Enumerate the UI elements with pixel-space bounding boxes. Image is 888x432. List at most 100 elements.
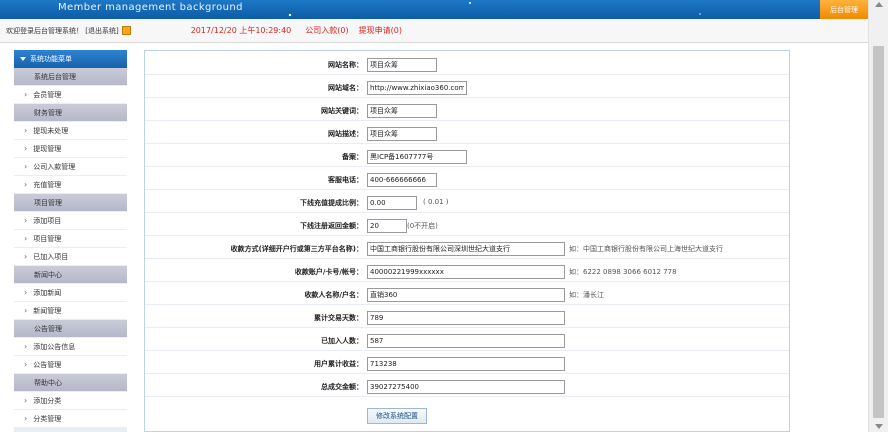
- field-input[interactable]: [367, 173, 437, 187]
- field-label: 用户累计收益：: [314, 360, 363, 368]
- field-label: 备案：: [342, 153, 363, 161]
- system-config-form: 修改系统配置 网站名称： 网站域名： 网站关键词： 网站描述： 备案： 客服电话： 下线充值…: [144, 50, 790, 432]
- sidebar-item[interactable]: › 公告管理: [14, 356, 127, 374]
- form-row: 网站描述：: [145, 125, 789, 144]
- field-input[interactable]: [367, 196, 417, 210]
- field-input[interactable]: [367, 357, 565, 371]
- admin-tab[interactable]: 后台管理: [820, 0, 868, 19]
- form-row: 用户累计收益：: [145, 355, 789, 374]
- sidebar-category[interactable]: 新闻中心: [14, 266, 127, 284]
- sidebar-header-label: 系统功能菜单: [30, 55, 72, 63]
- sidebar-item[interactable]: › 新闻管理: [14, 302, 127, 320]
- field-label: 下线注册返回金额：: [300, 222, 363, 230]
- sidebar-category[interactable]: 帮助中心: [14, 374, 127, 392]
- sidebar-label: 项目管理: [34, 198, 62, 207]
- sidebar-label: 分类管理: [33, 414, 62, 423]
- sidebar-item[interactable]: › 项目管理: [14, 230, 127, 248]
- sidebar-label: 会员管理: [33, 90, 62, 99]
- form-row: 备案：: [145, 148, 789, 167]
- field-input[interactable]: [367, 104, 437, 118]
- field-hint: ( 0.01 ): [423, 198, 449, 206]
- field-input[interactable]: [367, 242, 565, 256]
- sidebar-label: 添加公告信息: [33, 342, 76, 351]
- sidebar-label: 公司入款管理: [33, 162, 76, 171]
- field-input[interactable]: [367, 81, 467, 95]
- field-input[interactable]: [367, 380, 565, 394]
- chevron-right-icon: ›: [24, 252, 28, 261]
- sidebar-label: 提现管理: [33, 144, 62, 153]
- sidebar-header[interactable]: 系统功能菜单: [14, 50, 127, 68]
- sidebar-category[interactable]: 公告管理: [14, 320, 127, 338]
- sidebar-item[interactable]: › 添加公告信息: [14, 338, 127, 356]
- form-row: 网站关键词：: [145, 102, 789, 121]
- withdraw-request-link[interactable]: 提现申请(0): [359, 25, 402, 36]
- sidebar-label: 新闻管理: [33, 306, 62, 315]
- sidebar-label: 已加入项目: [33, 252, 69, 261]
- scroll-thumb[interactable]: [873, 46, 884, 418]
- sidebar-item[interactable]: › 添加分类: [14, 392, 127, 410]
- field-label: 网站描述：: [328, 130, 363, 138]
- field-input[interactable]: [367, 334, 565, 348]
- sidebar-label: 帮助中心: [34, 378, 62, 387]
- chevron-right-icon: ›: [24, 216, 28, 225]
- status-bar: 欢迎登录后台管理系统！ [退出系统] 2017/12/20 上午10:29:40…: [0, 19, 868, 43]
- sidebar: 系统功能菜单 系统后台管理 › 会员管理 财务管理 › 提现未处理 › 提现管理 › 公司入款管理…: [14, 50, 127, 432]
- sidebar-item[interactable]: › 公司入款管理: [14, 158, 127, 176]
- field-input[interactable]: [367, 265, 565, 279]
- sidebar-label: 提现未处理: [33, 126, 69, 135]
- chevron-right-icon: ›: [24, 126, 28, 135]
- chevron-right-icon: ›: [24, 414, 28, 423]
- chevron-right-icon: ›: [24, 162, 28, 171]
- field-input[interactable]: [367, 58, 437, 72]
- field-input[interactable]: [367, 150, 467, 164]
- form-row: 网站名称：: [145, 56, 789, 75]
- field-label: 收款账户/卡号/帐号：: [294, 268, 363, 276]
- chevron-right-icon: ›: [24, 234, 28, 243]
- sidebar-category[interactable]: 系统后台管理: [14, 68, 127, 86]
- field-label: 网站关键词：: [321, 107, 363, 115]
- sidebar-label: 充值管理: [33, 180, 62, 189]
- chevron-right-icon: ›: [24, 288, 28, 297]
- chevron-right-icon: ›: [24, 396, 28, 405]
- sidebar-item[interactable]: › 充值管理: [14, 176, 127, 194]
- logout-icon[interactable]: [121, 26, 131, 35]
- sidebar-item[interactable]: › 添加新闻: [14, 284, 127, 302]
- form-row: 下线注册返回金额： (0不开启): [145, 217, 789, 236]
- sidebar-label: 公告管理: [34, 324, 62, 333]
- field-label: 下线充值提成比例：: [300, 199, 363, 207]
- form-row: 收款人名称/户名： 如：潘长江: [145, 286, 789, 305]
- form-row: 客服电话：: [145, 171, 789, 190]
- field-input[interactable]: [367, 127, 437, 141]
- sidebar-item[interactable]: › 分类管理: [14, 410, 127, 428]
- form-row: 已加入人数：: [145, 332, 789, 351]
- sidebar-category[interactable]: 财务管理: [14, 104, 127, 122]
- scroll-down-icon[interactable]: [875, 424, 883, 429]
- field-label: 网站域名：: [328, 84, 363, 92]
- sidebar-category[interactable]: 项目管理: [14, 194, 127, 212]
- sidebar-menu: 系统后台管理 › 会员管理 财务管理 › 提现未处理 › 提现管理 › 公司入款管理 › 充值管理 项目…: [14, 68, 127, 428]
- chevron-right-icon: ›: [24, 342, 28, 351]
- scroll-up-icon[interactable]: [875, 2, 883, 7]
- sidebar-item[interactable]: › 提现未处理: [14, 122, 127, 140]
- sidebar-item[interactable]: › 已加入项目: [14, 248, 127, 266]
- field-label: 已加入人数：: [321, 337, 363, 345]
- field-input[interactable]: [367, 219, 407, 233]
- field-input[interactable]: [367, 311, 565, 325]
- field-label: 客服电话：: [328, 176, 363, 184]
- sidebar-label: 系统后台管理: [34, 72, 76, 81]
- datetime: 2017/12/20 上午10:29:40: [190, 26, 292, 35]
- form-row: 累计交易天数：: [145, 309, 789, 328]
- company-deposit-link[interactable]: 公司入款(0): [305, 25, 348, 36]
- sidebar-item[interactable]: › 会员管理: [14, 86, 127, 104]
- sidebar-item[interactable]: › 提现管理: [14, 140, 127, 158]
- field-input[interactable]: [367, 288, 565, 302]
- vertical-scrollbar[interactable]: [868, 0, 888, 432]
- save-config-button[interactable]: 修改系统配置: [367, 408, 427, 424]
- field-hint: (0不开启): [407, 222, 438, 230]
- app-title: Member management background: [58, 2, 243, 13]
- sidebar-label: 财务管理: [34, 108, 62, 117]
- sidebar-item[interactable]: › 添加项目: [14, 212, 127, 230]
- form-row: 下线充值提成比例： ( 0.01 ): [145, 194, 789, 213]
- chevron-right-icon: ›: [24, 144, 28, 153]
- welcome-text[interactable]: 欢迎登录后台管理系统！ [退出系统]: [6, 26, 119, 36]
